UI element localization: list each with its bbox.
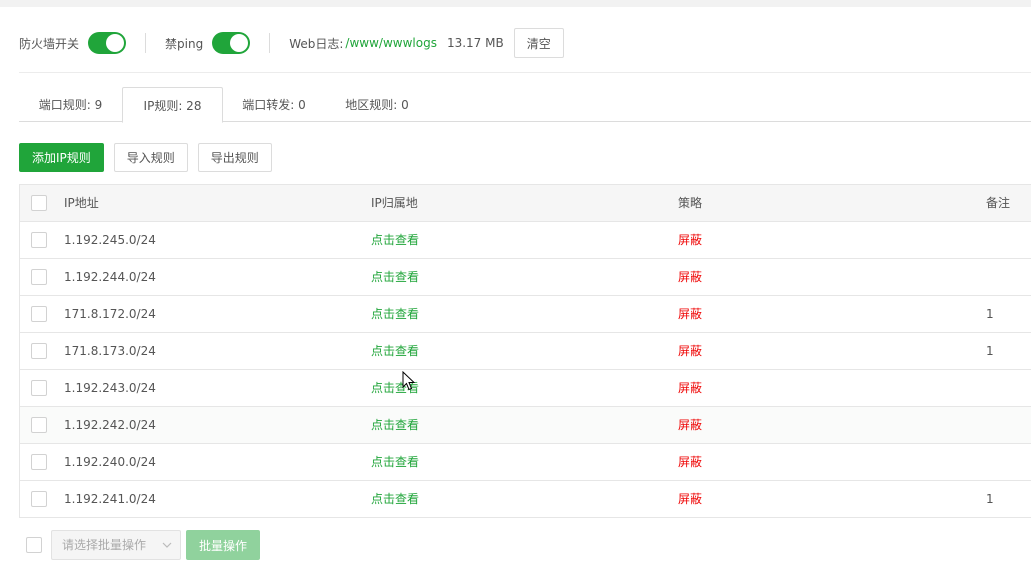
export-rules-button[interactable]: 导出规则 bbox=[197, 143, 272, 172]
view-location-link[interactable]: 点击查看 bbox=[371, 222, 419, 258]
table-row: 1.192.242.0/24 点击查看 屏蔽 bbox=[20, 407, 1031, 444]
policy-value: 屏蔽 bbox=[678, 381, 703, 395]
firewall-toggle[interactable] bbox=[88, 32, 127, 54]
table-row: 1.192.243.0/24 点击查看 屏蔽 bbox=[20, 370, 1031, 407]
policy-value: 屏蔽 bbox=[678, 344, 703, 358]
row-checkbox[interactable] bbox=[31, 306, 47, 322]
row-checkbox[interactable] bbox=[31, 454, 47, 470]
weblog-size: 13.17 MB bbox=[446, 36, 504, 50]
column-header-ip: IP地址 bbox=[64, 196, 99, 210]
row-checkbox[interactable] bbox=[31, 343, 47, 359]
firewall-panel: 防火墙开关 禁ping Web日志: /www/wwwlogs 13.17 MB… bbox=[0, 7, 1031, 583]
table-row: 1.192.244.0/24 点击查看 屏蔽 bbox=[20, 259, 1031, 296]
ip-address: 1.192.241.0/24 bbox=[64, 492, 156, 506]
add-ip-rule-button[interactable]: 添加IP规则 bbox=[19, 143, 104, 172]
rule-tabs: 端口规则: 9 IP规则: 28 端口转发: 0 地区规则: 0 bbox=[19, 87, 1031, 123]
row-checkbox[interactable] bbox=[31, 269, 47, 285]
note-value: 1 bbox=[986, 492, 994, 506]
policy-value: 屏蔽 bbox=[678, 418, 703, 432]
clear-logs-button[interactable]: 清空 bbox=[513, 28, 564, 58]
action-bar: 添加IP规则 导入规则 导出规则 bbox=[19, 143, 282, 172]
select-all-checkbox[interactable] bbox=[31, 195, 47, 211]
chevron-down-icon bbox=[162, 542, 172, 548]
view-location-link[interactable]: 点击查看 bbox=[371, 333, 419, 369]
divider bbox=[19, 72, 1031, 73]
batch-operation-button[interactable]: 批量操作 bbox=[186, 530, 261, 560]
view-location-link[interactable]: 点击查看 bbox=[371, 296, 419, 332]
note-value: 1 bbox=[986, 307, 994, 321]
row-checkbox[interactable] bbox=[31, 491, 47, 507]
table-row: 1.192.241.0/24 点击查看 屏蔽 1 bbox=[20, 481, 1031, 518]
table-row: 171.8.172.0/24 点击查看 屏蔽 1 bbox=[20, 296, 1031, 333]
ip-rules-table: IP地址 IP归属地 策略 备注 1.192.245.0/24 点击查看 屏蔽 … bbox=[19, 184, 1031, 518]
batch-select-placeholder: 请选择批量操作 bbox=[62, 538, 147, 552]
policy-value: 屏蔽 bbox=[678, 270, 703, 284]
firewall-switch-label: 防火墙开关 bbox=[19, 36, 80, 51]
view-location-link[interactable]: 点击查看 bbox=[371, 481, 419, 517]
weblog-label: Web日志: bbox=[289, 36, 344, 51]
batch-select-all-checkbox[interactable] bbox=[26, 537, 42, 553]
policy-value: 屏蔽 bbox=[678, 492, 703, 506]
ip-address: 1.192.242.0/24 bbox=[64, 418, 156, 432]
ip-address: 1.192.244.0/24 bbox=[64, 270, 156, 284]
column-header-policy: 策略 bbox=[678, 196, 703, 210]
policy-value: 屏蔽 bbox=[678, 307, 703, 321]
divider bbox=[145, 33, 147, 53]
batch-operation-bar: 请选择批量操作 批量操作 bbox=[26, 530, 261, 560]
note-value: 1 bbox=[986, 344, 994, 358]
column-header-note: 备注 bbox=[986, 196, 1011, 210]
divider bbox=[269, 33, 271, 53]
status-bar: 防火墙开关 禁ping Web日志: /www/wwwlogs 13.17 MB… bbox=[19, 27, 564, 59]
row-checkbox[interactable] bbox=[31, 380, 47, 396]
tab-ip-rules[interactable]: IP规则: 28 bbox=[122, 87, 223, 123]
tab-port-forward[interactable]: 端口转发: 0 bbox=[223, 87, 325, 122]
toggle-knob bbox=[230, 34, 249, 52]
import-rules-button[interactable]: 导入规则 bbox=[113, 143, 188, 172]
column-header-location: IP归属地 bbox=[371, 196, 418, 210]
view-location-link[interactable]: 点击查看 bbox=[371, 444, 419, 480]
policy-value: 屏蔽 bbox=[678, 455, 703, 469]
ip-address: 1.192.243.0/24 bbox=[64, 381, 156, 395]
mouse-cursor-icon bbox=[402, 371, 416, 391]
ip-address: 1.192.240.0/24 bbox=[64, 455, 156, 469]
ip-address: 171.8.173.0/24 bbox=[64, 344, 156, 358]
view-location-link[interactable]: 点击查看 bbox=[371, 259, 419, 295]
policy-value: 屏蔽 bbox=[678, 233, 703, 247]
row-checkbox[interactable] bbox=[31, 417, 47, 433]
tab-port-rules[interactable]: 端口规则: 9 bbox=[19, 87, 122, 122]
toggle-knob bbox=[106, 34, 125, 52]
table-row: 1.192.245.0/24 点击查看 屏蔽 bbox=[20, 222, 1031, 259]
table-header: IP地址 IP归属地 策略 备注 bbox=[20, 185, 1031, 222]
ip-address: 1.192.245.0/24 bbox=[64, 233, 156, 247]
table-row: 171.8.173.0/24 点击查看 屏蔽 1 bbox=[20, 333, 1031, 370]
tab-region-rules[interactable]: 地区规则: 0 bbox=[325, 87, 429, 122]
row-checkbox[interactable] bbox=[31, 232, 47, 248]
ping-toggle[interactable] bbox=[212, 32, 251, 54]
ping-switch-label: 禁ping bbox=[165, 36, 204, 51]
table-row: 1.192.240.0/24 点击查看 屏蔽 bbox=[20, 444, 1031, 481]
view-location-link[interactable]: 点击查看 bbox=[371, 407, 419, 443]
weblog-path-link[interactable]: /www/wwwlogs bbox=[345, 36, 437, 50]
batch-operation-select[interactable]: 请选择批量操作 bbox=[51, 530, 181, 560]
ip-address: 171.8.172.0/24 bbox=[64, 307, 156, 321]
